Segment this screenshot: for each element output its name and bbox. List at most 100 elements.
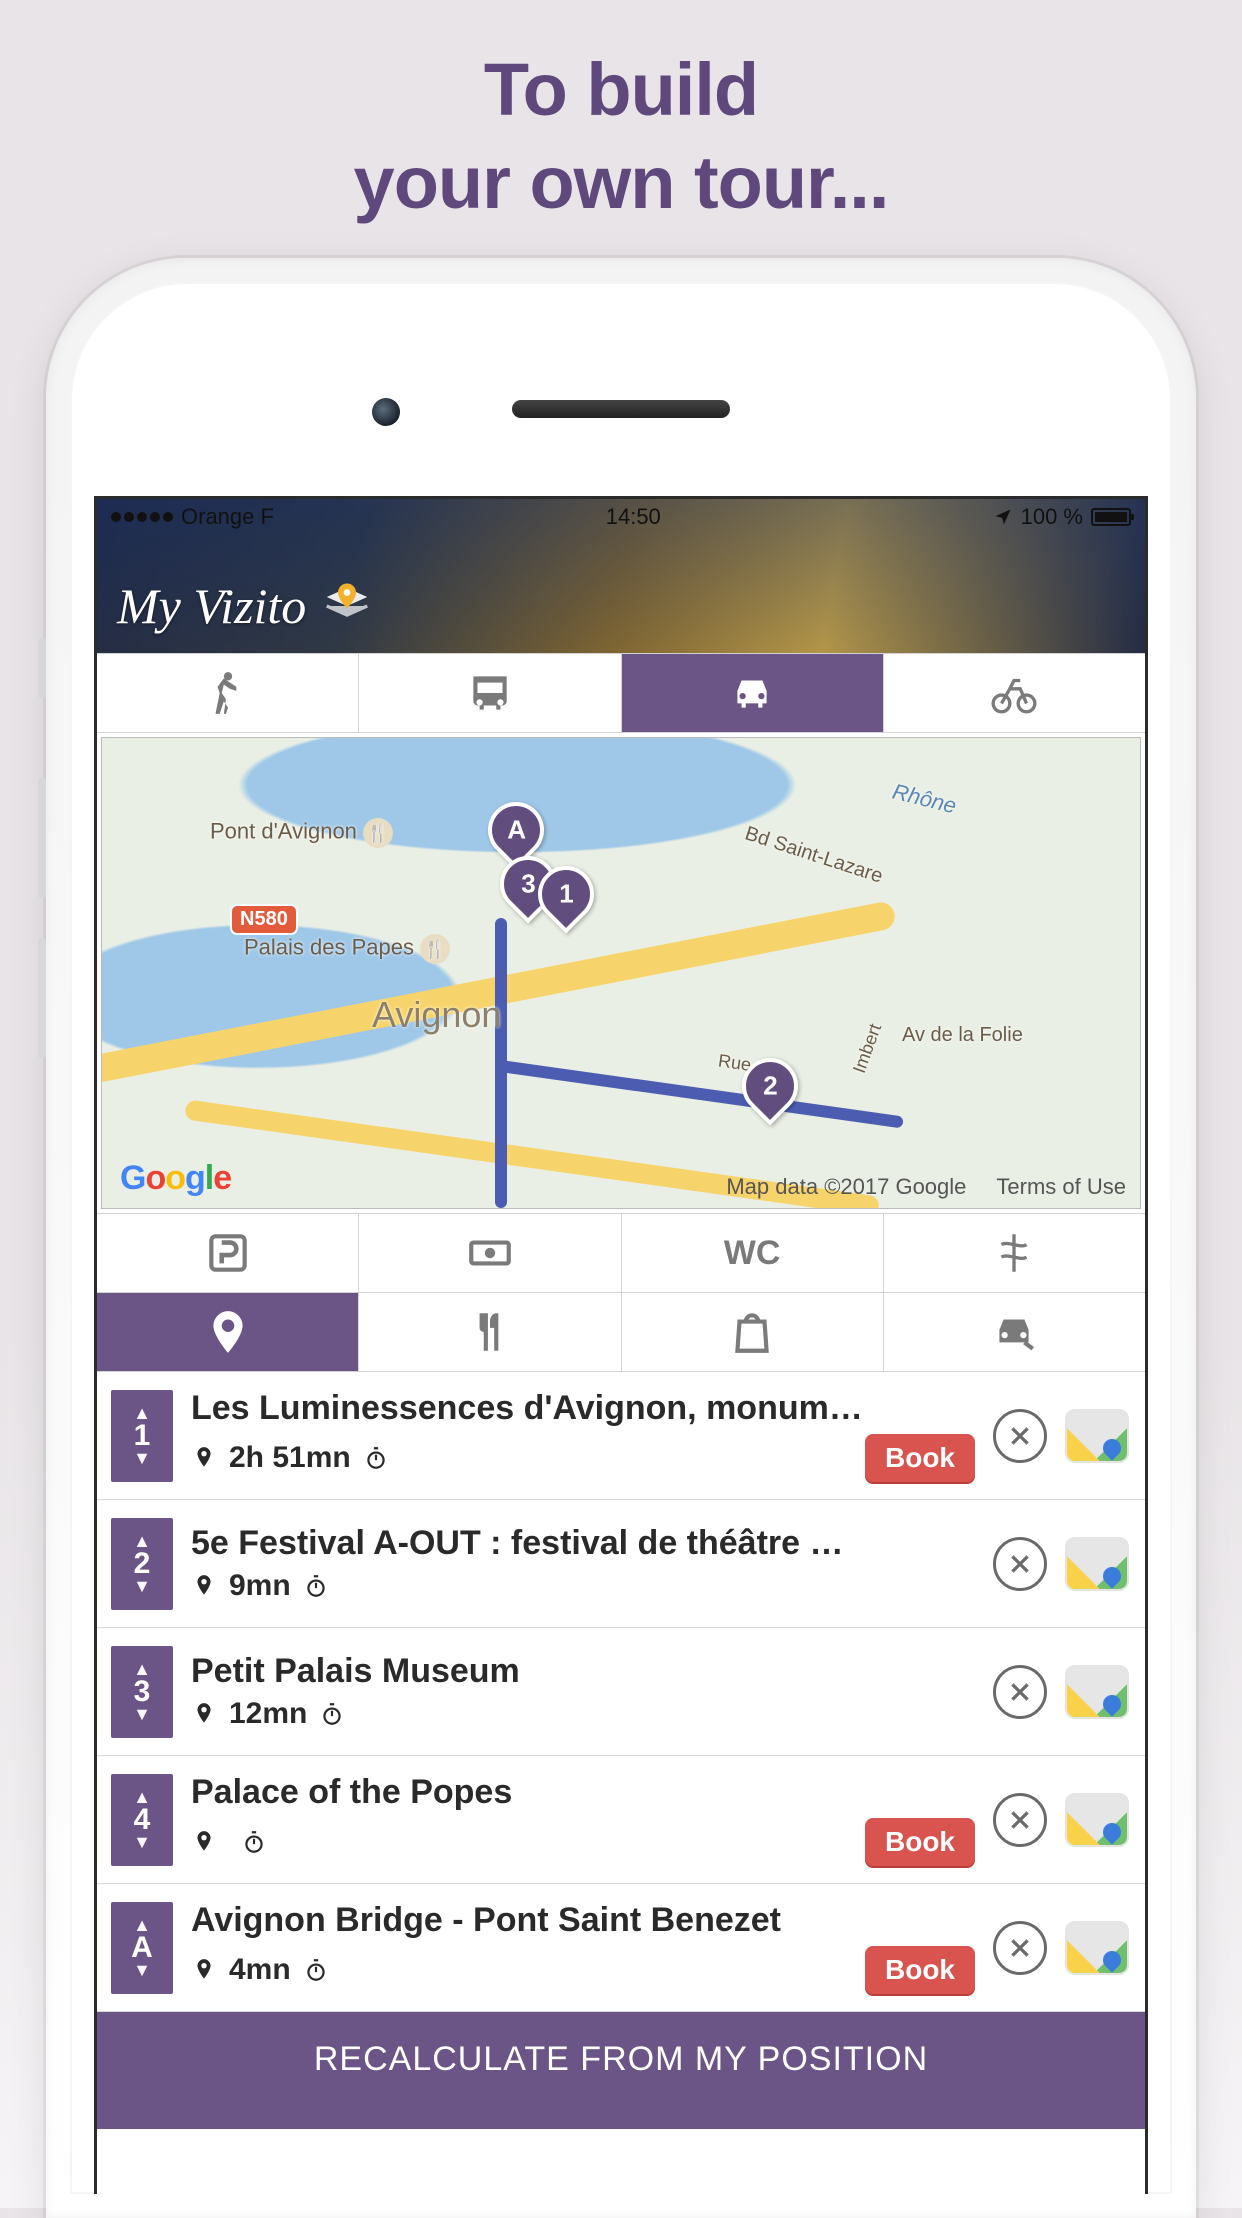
list-item: ▲3▼ Petit Palais Museum 12mn bbox=[97, 1628, 1145, 1756]
list-item-title: Petit Palais Museum bbox=[191, 1652, 975, 1691]
promo-headline: To build your own tour... bbox=[0, 0, 1242, 229]
chevron-up-icon: ▲ bbox=[133, 1920, 151, 1931]
navigate-button[interactable] bbox=[1065, 1793, 1129, 1847]
map-label-av: Av de la Folie bbox=[902, 1024, 1023, 1047]
tab-bus[interactable] bbox=[359, 654, 621, 732]
map-label-palais: Palais des Papes 🍴 bbox=[244, 934, 450, 964]
reorder-handle[interactable]: ▲3▼ bbox=[111, 1646, 173, 1738]
reorder-handle[interactable]: ▲4▼ bbox=[111, 1774, 173, 1866]
list-item-content[interactable]: Avignon Bridge - Pont Saint Benezet 4mn Bo… bbox=[191, 1901, 975, 1994]
logo-pin-icon bbox=[320, 579, 374, 633]
tab-car-service[interactable] bbox=[884, 1293, 1145, 1371]
battery-icon bbox=[1091, 508, 1131, 526]
reorder-handle[interactable]: ▲A▼ bbox=[111, 1902, 173, 1994]
app-screen: Orange F 14:50 100 % My Vizito bbox=[94, 496, 1148, 2194]
list-item-title: Les Luminessences d'Avignon, monum… bbox=[191, 1389, 975, 1428]
tab-shopping[interactable] bbox=[622, 1293, 884, 1371]
device-frame: Orange F 14:50 100 % My Vizito bbox=[46, 258, 1196, 2218]
map-terms-link[interactable]: Terms of Use bbox=[996, 1174, 1126, 1200]
chevron-down-icon: ▼ bbox=[133, 1837, 151, 1848]
map-label-pont: Pont d'Avignon 🍴 bbox=[210, 818, 393, 848]
tab-restaurant[interactable] bbox=[359, 1293, 621, 1371]
map-label-city: Avignon bbox=[372, 994, 501, 1036]
car-service-icon bbox=[989, 1307, 1039, 1357]
navigate-button[interactable] bbox=[1065, 1665, 1129, 1719]
reorder-handle[interactable]: ▲1▼ bbox=[111, 1390, 173, 1482]
book-button[interactable]: Book bbox=[865, 1434, 975, 1482]
close-icon bbox=[1007, 1935, 1033, 1961]
device-camera bbox=[372, 398, 400, 426]
list-item-content[interactable]: Petit Palais Museum 12mn bbox=[191, 1652, 975, 1731]
google-logo: Google bbox=[120, 1159, 231, 1198]
shopping-bag-icon bbox=[727, 1307, 777, 1357]
remove-button[interactable] bbox=[993, 1921, 1047, 1975]
list-item-title: 5e Festival A-OUT : festival de théâtre … bbox=[191, 1524, 975, 1563]
map[interactable]: Pont d'Avignon 🍴 Palais des Papes 🍴 Avig… bbox=[101, 737, 1141, 1209]
chevron-up-icon: ▲ bbox=[133, 1792, 151, 1803]
tab-car[interactable] bbox=[622, 654, 884, 732]
remove-button[interactable] bbox=[993, 1665, 1047, 1719]
list-item: ▲A▼ Avignon Bridge - Pont Saint Benezet 4m… bbox=[97, 1884, 1145, 2012]
car-icon bbox=[727, 668, 777, 718]
stopwatch-icon bbox=[241, 1829, 267, 1855]
status-time: 14:50 bbox=[606, 504, 661, 530]
remove-button[interactable] bbox=[993, 1409, 1047, 1463]
app-header: Orange F 14:50 100 % My Vizito bbox=[97, 499, 1145, 653]
tab-parking[interactable] bbox=[97, 1214, 359, 1292]
list-item: ▲1▼ Les Luminessences d'Avignon, monum…2h… bbox=[97, 1372, 1145, 1500]
device-speaker bbox=[512, 400, 730, 418]
list-item-content[interactable]: 5e Festival A-OUT : festival de théâtre … bbox=[191, 1524, 975, 1603]
navigate-button[interactable] bbox=[1065, 1537, 1129, 1591]
location-pin-icon bbox=[191, 1701, 217, 1727]
list-item-meta: 4mn Book bbox=[191, 1946, 975, 1994]
remove-button[interactable] bbox=[993, 1537, 1047, 1591]
list-item-meta: 9mn bbox=[191, 1569, 975, 1603]
device-bezel: Orange F 14:50 100 % My Vizito bbox=[70, 282, 1172, 2194]
device-mute-switch bbox=[38, 638, 46, 698]
chevron-down-icon: ▼ bbox=[133, 1453, 151, 1464]
tab-wc[interactable]: WC bbox=[622, 1214, 884, 1292]
close-icon bbox=[1007, 1551, 1033, 1577]
status-left: Orange F bbox=[111, 504, 274, 530]
chevron-down-icon: ▼ bbox=[133, 1965, 151, 1976]
order-number: 2 bbox=[134, 1549, 151, 1579]
pharmacy-icon bbox=[989, 1228, 1039, 1278]
reorder-handle[interactable]: ▲ 2 ▼ bbox=[111, 1518, 173, 1610]
pin-icon bbox=[203, 1307, 253, 1357]
parking-icon bbox=[203, 1228, 253, 1278]
navigate-button[interactable] bbox=[1065, 1921, 1129, 1975]
remove-button[interactable] bbox=[993, 1793, 1047, 1847]
tab-poi[interactable] bbox=[97, 1293, 359, 1371]
tab-pharmacy[interactable] bbox=[884, 1214, 1145, 1292]
tour-list: ▲1▼ Les Luminessences d'Avignon, monum…2h… bbox=[97, 1372, 1145, 2012]
tab-cash[interactable] bbox=[359, 1214, 621, 1292]
tab-walk[interactable] bbox=[97, 654, 359, 732]
chevron-up-icon: ▲ bbox=[133, 1664, 151, 1675]
recalculate-button[interactable]: RECALCULATE FROM MY POSITION bbox=[97, 2012, 1145, 2129]
app-name: My Vizito bbox=[117, 577, 306, 635]
signal-strength-icon bbox=[111, 512, 173, 522]
duration-label: 4mn bbox=[229, 1953, 291, 1987]
list-item-title: Avignon Bridge - Pont Saint Benezet bbox=[191, 1901, 975, 1940]
list-item-content[interactable]: Palace of the PopesBook bbox=[191, 1773, 975, 1866]
close-icon bbox=[1007, 1679, 1033, 1705]
duration-label: 12mn bbox=[229, 1697, 307, 1731]
list-item-meta: Book bbox=[191, 1818, 975, 1866]
map-attribution: Map data ©2017 Google Terms of Use bbox=[726, 1174, 1126, 1200]
road-badge: N580 bbox=[232, 906, 296, 933]
restaurant-icon: 🍴 bbox=[420, 934, 450, 964]
tab-bike[interactable] bbox=[884, 654, 1145, 732]
chevron-up-icon: ▲ bbox=[133, 1536, 151, 1547]
list-item-content[interactable]: Les Luminessences d'Avignon, monum…2h 51… bbox=[191, 1389, 975, 1482]
chevron-down-icon: ▼ bbox=[133, 1581, 151, 1592]
book-button[interactable]: Book bbox=[865, 1818, 975, 1866]
close-icon bbox=[1007, 1423, 1033, 1449]
book-button[interactable]: Book bbox=[865, 1946, 975, 1994]
status-right: 100 % bbox=[993, 504, 1131, 530]
cash-icon bbox=[465, 1228, 515, 1278]
stopwatch-icon bbox=[303, 1573, 329, 1599]
navigate-button[interactable] bbox=[1065, 1409, 1129, 1463]
chevron-down-icon: ▼ bbox=[133, 1709, 151, 1720]
status-bar: Orange F 14:50 100 % bbox=[97, 499, 1145, 535]
location-pin-icon bbox=[191, 1829, 217, 1855]
